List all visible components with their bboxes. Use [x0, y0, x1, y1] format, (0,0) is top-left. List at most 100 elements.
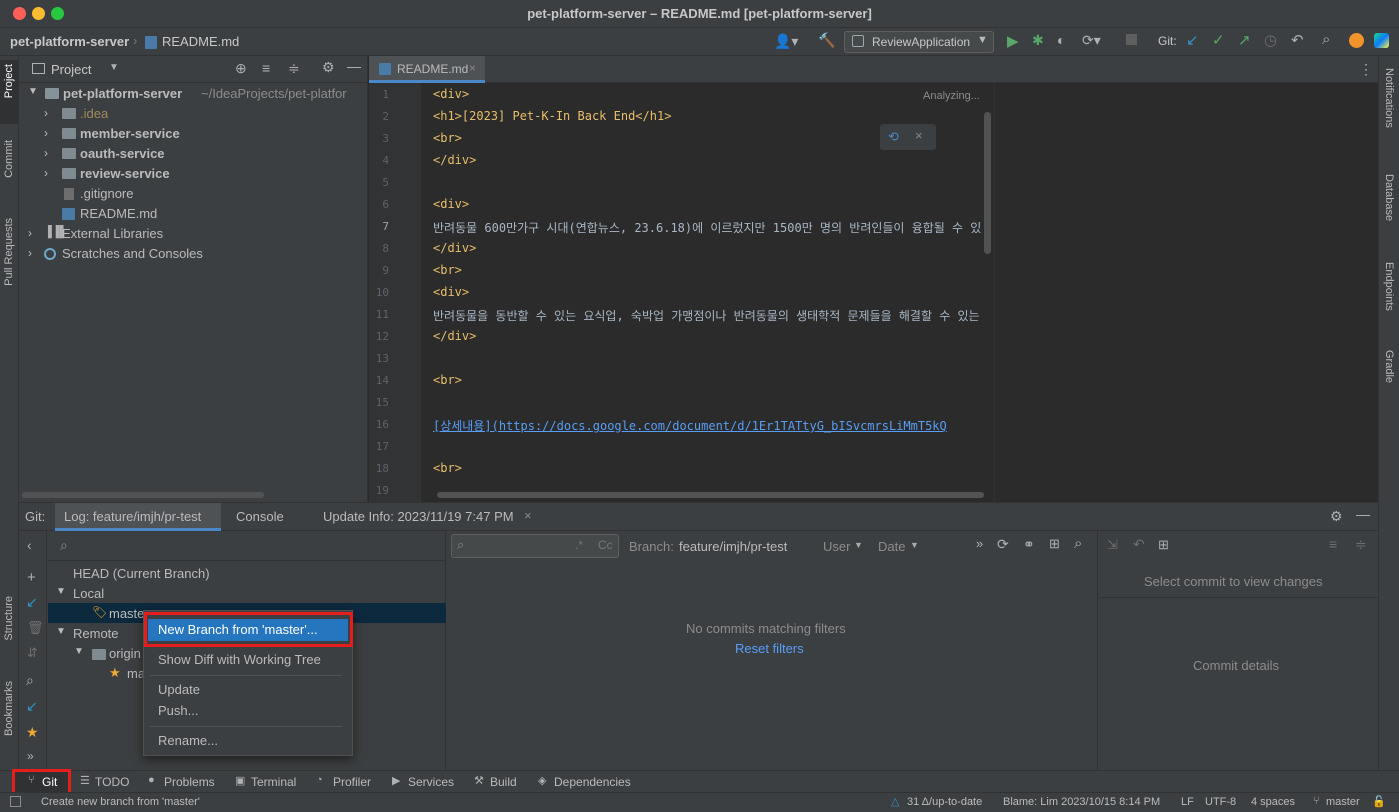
chevron-left-icon[interactable]: ‹ [27, 537, 32, 553]
git-update-icon[interactable]: ↙ [26, 594, 38, 611]
project-horizontal-scrollbar[interactable] [22, 492, 264, 498]
database-tool-tab[interactable]: Database [1383, 174, 1395, 221]
rollback-icon[interactable]: ↶ [1291, 31, 1304, 49]
code-line[interactable]: 반려동물 600만가구 시대(연합뉴스, 23.6.18)에 이르렀지만 150… [433, 219, 993, 236]
current-branch[interactable]: master [1326, 796, 1360, 808]
close-tab-icon[interactable]: × [469, 61, 476, 75]
gear-icon[interactable]: ⚙ [1330, 508, 1343, 525]
vcs-status[interactable]: 31 Δ/up-to-date [907, 796, 982, 808]
git-commit-icon[interactable]: ✓ [1212, 31, 1225, 49]
tab-console[interactable]: Console [236, 509, 284, 524]
delete-icon[interactable]: 🗑 [27, 620, 44, 636]
tree-row-idea[interactable]: › .idea [24, 104, 364, 124]
tree-row-root[interactable]: ▼ pet-platform-server ~/IdeaProjects/pet… [24, 84, 364, 104]
history-icon[interactable]: ◷ [1264, 31, 1277, 49]
menu-item-rename[interactable]: Rename... [158, 733, 218, 748]
terminal-tool-button[interactable]: Terminal [251, 775, 296, 789]
tree-row-review-service[interactable]: › review-service [24, 164, 364, 184]
code-line[interactable]: <h1>[2023] Pet-K-In Back End</h1> [433, 109, 993, 123]
group-icon[interactable]: ⊞ [1158, 537, 1169, 553]
editor-tab-readme[interactable]: README.md × [369, 56, 485, 83]
branch-group-local[interactable]: Local [73, 586, 104, 601]
pull-requests-tool-tab[interactable]: Pull Requests [3, 218, 15, 286]
menu-item-show-diff[interactable]: Show Diff with Working Tree [158, 652, 321, 667]
notifications-tool-tab[interactable]: Notifications [1383, 68, 1395, 128]
tree-row-external-libraries[interactable]: › ▐▐▌ External Libraries [24, 224, 364, 244]
code-line[interactable]: </div> [433, 241, 993, 255]
fetch-icon[interactable]: ↙ [26, 698, 38, 715]
code-line[interactable]: </div> [433, 153, 993, 167]
code-line[interactable]: <div> [433, 197, 993, 211]
branch-head[interactable]: HEAD (Current Branch) [73, 566, 210, 581]
chevron-down-icon[interactable]: ▼ [109, 62, 119, 73]
code-line[interactable]: <div> [433, 87, 993, 101]
editor-vertical-scrollbar[interactable] [984, 112, 991, 254]
tree-row-oauth-service[interactable]: › oauth-service [24, 144, 364, 164]
close-tab-icon[interactable]: × [524, 508, 532, 523]
tool-windows-toggle-icon[interactable] [10, 796, 21, 807]
diff-icon[interactable]: ⇲ [1107, 537, 1118, 553]
close-icon[interactable]: × [915, 128, 923, 143]
tree-row-member-service[interactable]: › member-service [24, 124, 364, 144]
more-icon[interactable]: » [27, 749, 34, 763]
collapse-all-icon[interactable]: ≑ [288, 60, 300, 77]
reset-filters-link[interactable]: Reset filters [735, 641, 804, 656]
code-line[interactable]: <div> [433, 285, 993, 299]
gradle-tool-tab[interactable]: Gradle [1383, 350, 1395, 383]
menu-item-push[interactable]: Push... [158, 703, 198, 718]
hide-panel-icon[interactable]: — [1356, 506, 1370, 522]
line-separator[interactable]: LF [1181, 796, 1194, 808]
editor-horizontal-scrollbar[interactable] [437, 492, 984, 498]
tab-update-info[interactable]: Update Info: 2023/11/19 7:47 PM [323, 509, 514, 524]
search-icon[interactable]: ⌕ [1074, 535, 1082, 552]
jetbrains-toolbox-icon[interactable] [1374, 33, 1389, 48]
search-icon[interactable]: ⌕ [26, 672, 34, 689]
favorite-star-icon[interactable]: ★ [26, 724, 39, 741]
rollback-icon[interactable]: ↶ [1133, 536, 1145, 553]
git-push-icon[interactable]: ↗ [1238, 31, 1251, 49]
cherry-pick-icon[interactable]: ⚭ [1023, 536, 1035, 553]
refresh-icon[interactable]: ⟳ [997, 536, 1009, 553]
tree-row-scratches[interactable]: › Scratches and Consoles [24, 244, 364, 264]
locate-icon[interactable]: ⊕ [235, 60, 247, 77]
tree-row-readme[interactable]: README.md [24, 204, 364, 224]
project-tool-tab[interactable]: Project [0, 60, 18, 124]
remote-origin[interactable]: origin [109, 646, 141, 661]
more-options-icon[interactable]: ⋮ [1359, 61, 1373, 78]
compare-icon[interactable]: ⇵ [27, 645, 38, 661]
log-search-input[interactable]: ⌕ .* Cc [451, 534, 619, 558]
endpoints-tool-tab[interactable]: Endpoints [1383, 262, 1395, 311]
branch-group-remote[interactable]: Remote [73, 626, 119, 641]
hide-panel-icon[interactable]: — [347, 58, 361, 74]
todo-tool-button[interactable]: TODO [95, 775, 129, 789]
menu-item-update[interactable]: Update [158, 682, 200, 697]
gear-icon[interactable]: ⚙ [322, 59, 335, 76]
debug-icon[interactable]: ✱ [1032, 32, 1044, 49]
code-line[interactable]: <br> [433, 263, 993, 277]
blame-status[interactable]: Blame: Lim 2023/10/15 8:14 PM [1003, 796, 1160, 808]
reload-gradle-icon[interactable]: ⟲ [888, 129, 899, 145]
breadcrumb-file[interactable]: README.md [162, 34, 239, 49]
code-line[interactable]: <br> [433, 461, 993, 475]
code-line[interactable]: [상세내용](https://docs.google.com/document/… [433, 417, 993, 434]
structure-tool-tab[interactable]: Structure [3, 596, 15, 641]
update-available-icon[interactable] [1349, 33, 1364, 48]
expand-all-icon[interactable]: ≡ [262, 60, 270, 76]
git-update-icon[interactable]: ↙ [1186, 31, 1199, 49]
profile-icon[interactable]: ⟳▾ [1082, 32, 1101, 49]
dependencies-tool-button[interactable]: Dependencies [554, 775, 631, 789]
code-line[interactable]: </div> [433, 329, 993, 343]
add-icon[interactable]: + [27, 569, 36, 586]
match-case-toggle[interactable]: Cc [598, 538, 613, 552]
branch-filter-label[interactable]: Branch: [629, 539, 674, 554]
indent-setting[interactable]: 4 spaces [1251, 796, 1295, 808]
file-encoding[interactable]: UTF-8 [1205, 796, 1236, 808]
code-line[interactable]: 반려동물을 동반할 수 있는 요식업, 숙박업 가맹점이나 반려동물의 생태학적… [433, 307, 993, 324]
branches-search-bar[interactable]: ⌕ [48, 531, 446, 561]
code-line[interactable]: <br> [433, 373, 993, 387]
problems-tool-button[interactable]: Problems [164, 775, 215, 789]
lock-icon[interactable]: 🔓 [1372, 795, 1386, 808]
collapse-all-icon[interactable]: ≑ [1355, 536, 1367, 553]
group-icon[interactable]: ⊞ [1049, 536, 1060, 552]
bookmarks-tool-tab[interactable]: Bookmarks [3, 681, 15, 736]
